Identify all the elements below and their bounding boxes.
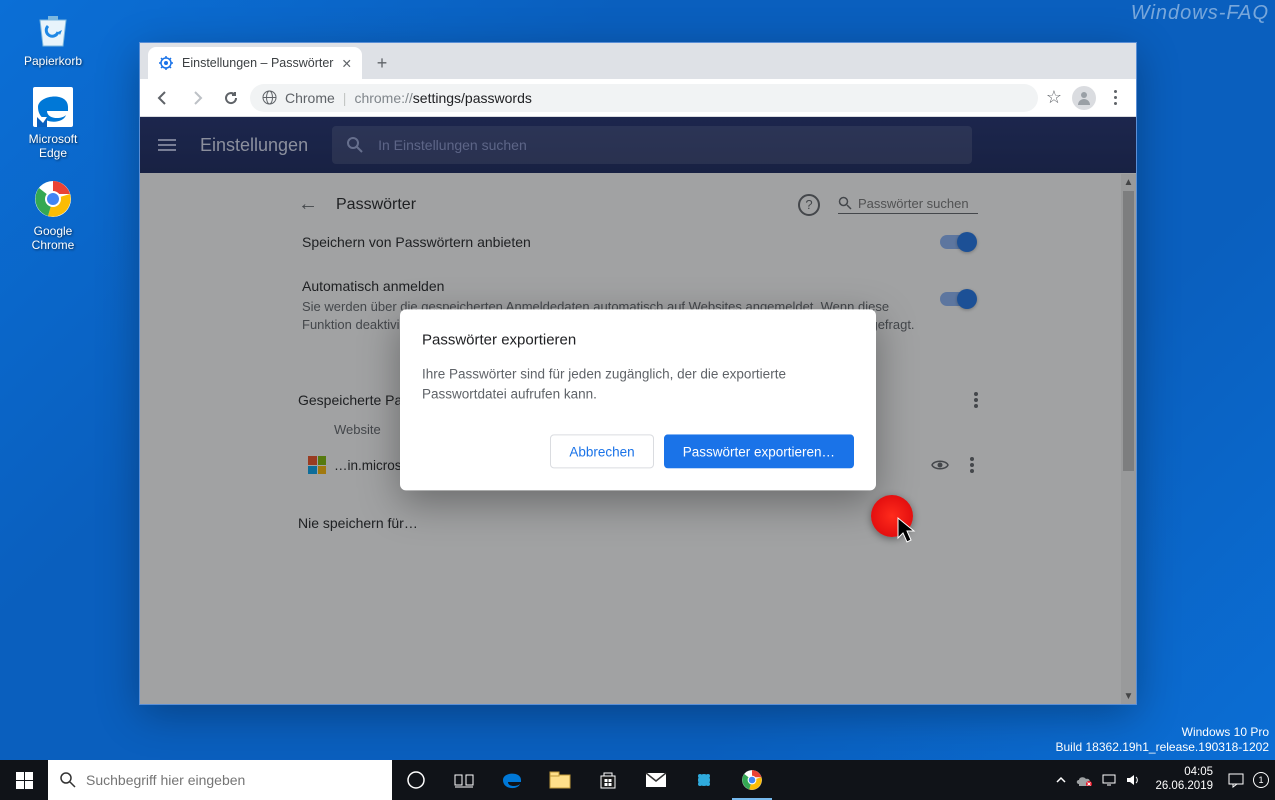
desktop-icon-label: Microsoft Edge: [14, 132, 92, 160]
new-tab-button[interactable]: +: [368, 49, 396, 77]
taskbar-explorer-icon[interactable]: [536, 760, 584, 800]
export-passwords-dialog: Passwörter exportieren Ihre Passwörter s…: [400, 309, 876, 491]
bookmark-star-icon[interactable]: ☆: [1046, 87, 1062, 108]
tray-volume-icon[interactable]: [1125, 773, 1141, 787]
windows-logo-icon: [16, 772, 33, 789]
chrome-menu-button[interactable]: [1106, 89, 1124, 107]
tray-onedrive-icon[interactable]: [1075, 774, 1093, 786]
taskbar: 04:05 26.06.2019 1: [0, 760, 1275, 800]
desktop-icon-chrome[interactable]: Google Chrome: [14, 178, 92, 252]
tab-strip: Einstellungen – Passwörter ✕ +: [140, 43, 1136, 79]
dialog-body: Ihre Passwörter sind für jeden zugänglic…: [422, 364, 854, 405]
page-content: Einstellungen ← Passwörter ?: [140, 117, 1136, 704]
taskbar-icons: [392, 760, 776, 800]
cursor-icon: [896, 516, 918, 546]
reload-button[interactable]: [216, 83, 246, 113]
address-bar: Chrome | chrome://settings/passwords ☆: [140, 79, 1136, 117]
desktop-icon-edge[interactable]: Microsoft Edge: [14, 86, 92, 160]
taskbar-store-icon[interactable]: [584, 760, 632, 800]
taskbar-chrome-icon[interactable]: [728, 760, 776, 800]
profile-avatar[interactable]: [1072, 86, 1096, 110]
toolbar-right: ☆: [1042, 86, 1128, 110]
url-scheme: Chrome: [285, 90, 335, 106]
taskbar-search-input[interactable]: [86, 772, 380, 788]
tab-title: Einstellungen – Passwörter: [182, 56, 333, 70]
chrome-page-icon: [262, 90, 277, 105]
cortana-icon[interactable]: [392, 760, 440, 800]
cancel-button[interactable]: Abbrechen: [550, 434, 653, 468]
search-icon: [60, 772, 76, 788]
dialog-actions: Abbrechen Passwörter exportieren…: [422, 434, 854, 468]
taskbar-search[interactable]: [48, 760, 392, 800]
url-separator: |: [343, 90, 347, 106]
edge-icon: [32, 86, 74, 128]
task-view-icon[interactable]: [440, 760, 488, 800]
tray-clock[interactable]: 04:05 26.06.2019: [1149, 766, 1219, 794]
tray-chevron-up-icon[interactable]: [1055, 774, 1067, 786]
gear-icon: [158, 55, 174, 71]
system-tray: 04:05 26.06.2019 1: [1055, 766, 1275, 794]
taskbar-edge-icon[interactable]: [488, 760, 536, 800]
export-passwords-button[interactable]: Passwörter exportieren…: [664, 434, 854, 468]
taskbar-mail-icon[interactable]: [632, 760, 680, 800]
desktop-icon-recycle-bin[interactable]: Papierkorb: [14, 8, 92, 68]
taskbar-app-icon[interactable]: [680, 760, 728, 800]
action-center-icon[interactable]: [1227, 772, 1245, 788]
start-button[interactable]: [0, 760, 48, 800]
dialog-title: Passwörter exportieren: [422, 331, 854, 348]
recycle-bin-icon: [32, 8, 74, 50]
chrome-window: Einstellungen – Passwörter ✕ + Chrome | …: [140, 43, 1136, 704]
tray-input-badge[interactable]: 1: [1253, 772, 1269, 788]
build-watermark: Windows 10 Pro Build 18362.19h1_release.…: [1055, 725, 1269, 756]
tab-settings-passwords[interactable]: Einstellungen – Passwörter ✕: [148, 47, 362, 79]
desktop-icon-label: Google Chrome: [14, 224, 92, 252]
watermark-text: Windows-FAQ: [1131, 2, 1269, 25]
forward-button[interactable]: [182, 83, 212, 113]
tray-network-icon[interactable]: [1101, 773, 1117, 787]
tab-close-icon[interactable]: ✕: [341, 56, 351, 71]
chrome-icon: [32, 178, 74, 220]
back-button[interactable]: [148, 83, 178, 113]
desktop-icons: Papierkorb Microsoft Edge Google Chrome: [14, 8, 92, 252]
desktop-icon-label: Papierkorb: [24, 54, 82, 68]
omnibox[interactable]: Chrome | chrome://settings/passwords: [250, 84, 1038, 112]
